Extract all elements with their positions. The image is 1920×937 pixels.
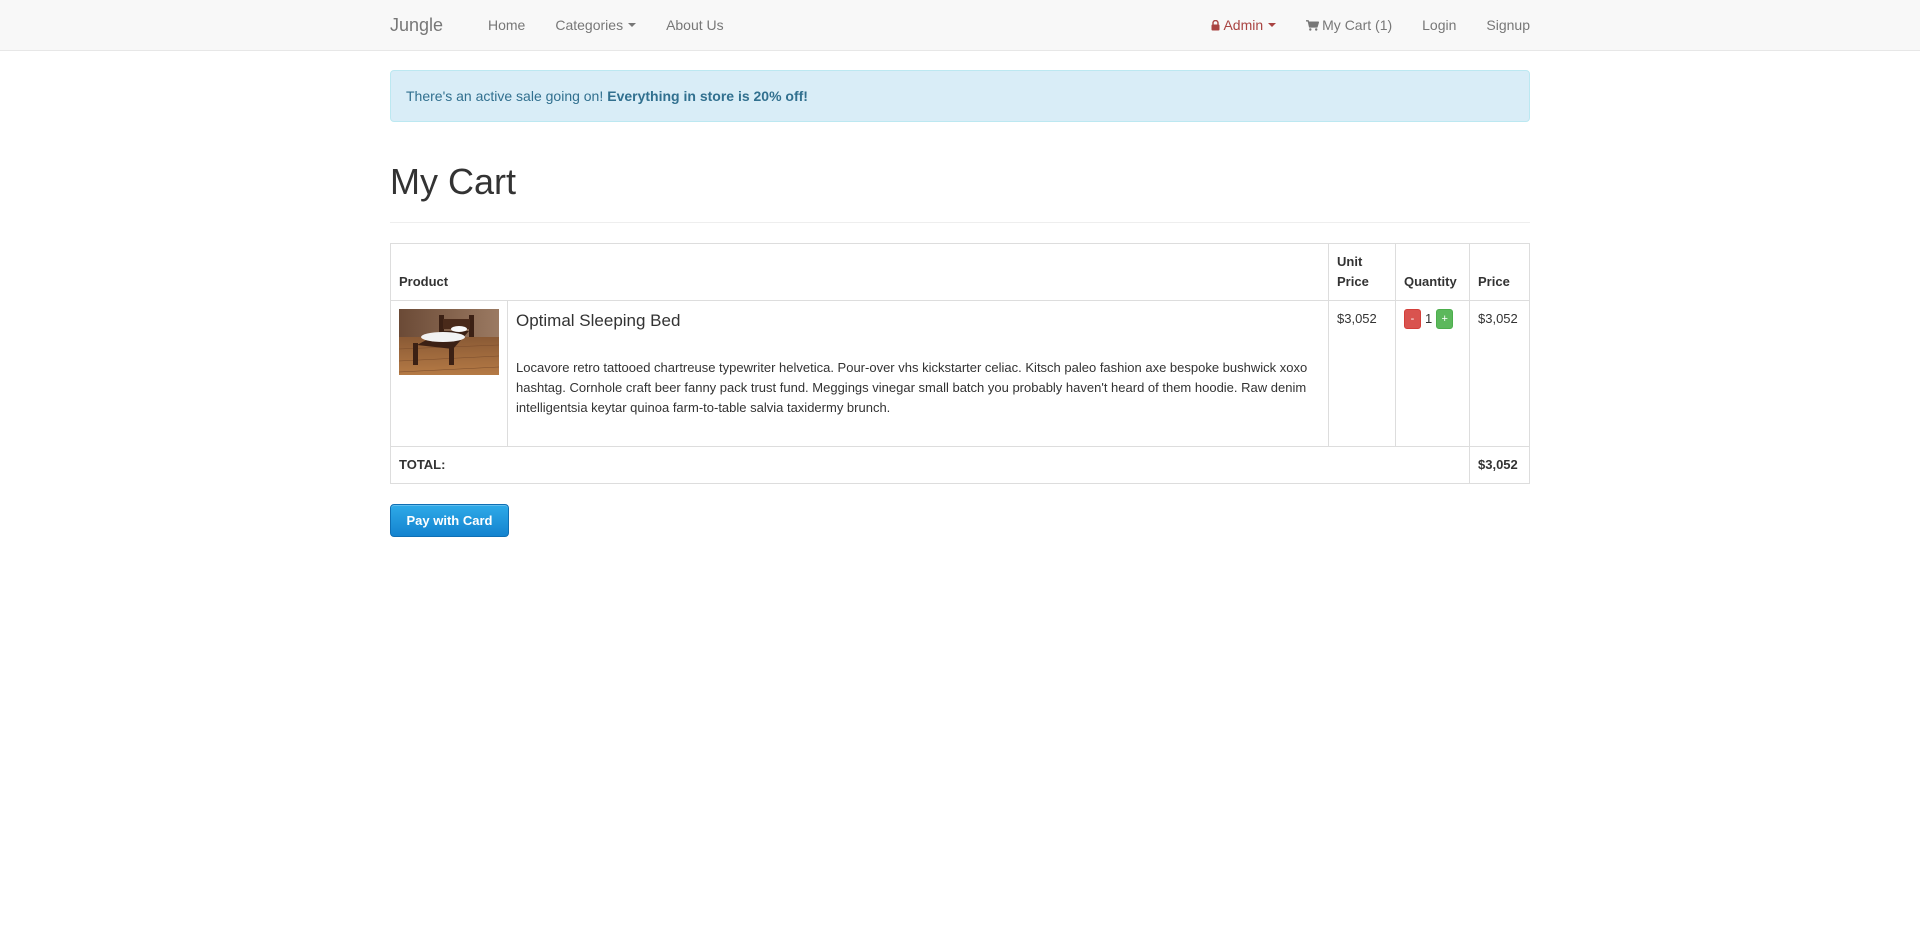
nav-home-link[interactable]: Home xyxy=(473,0,540,50)
increase-quantity-button[interactable]: + xyxy=(1436,309,1454,329)
nav-about-link[interactable]: About Us xyxy=(651,0,739,50)
product-thumb-cell xyxy=(390,300,508,447)
quantity-value: 1 xyxy=(1425,311,1433,326)
page-title: My Cart xyxy=(390,161,516,202)
main-container: There's an active sale going on! Everyth… xyxy=(390,70,1530,537)
cart-icon xyxy=(1306,19,1320,31)
cart-table: Product Unit Price Quantity Price Optima… xyxy=(390,243,1530,484)
nav-home-label: Home xyxy=(488,17,526,33)
total-value: $3,052 xyxy=(1469,446,1530,484)
sale-alert: There's an active sale going on! Everyth… xyxy=(390,70,1530,122)
product-info-cell: Optimal Sleeping Bed Locavore retro tatt… xyxy=(507,300,1329,447)
sale-alert-text: There's an active sale going on! xyxy=(406,88,604,104)
nav-right: Admin My Cart (1) Login Signup xyxy=(1196,0,1530,50)
nav-categories-label: Categories xyxy=(555,17,624,33)
product-name[interactable]: Optimal Sleeping Bed xyxy=(516,309,1320,333)
lock-icon xyxy=(1211,19,1220,31)
cart-header-row: Product Unit Price Quantity Price xyxy=(390,243,1530,301)
nav-login-link[interactable]: Login xyxy=(1407,0,1471,50)
nav-left: Home Categories About Us xyxy=(473,0,739,50)
quantity-cell: - 1 + xyxy=(1395,300,1470,447)
header-quantity: Quantity xyxy=(1395,243,1470,301)
product-description: Locavore retro tattooed chartreuse typew… xyxy=(516,360,1308,415)
top-navbar: Jungle Home Categories About Us Admin My… xyxy=(0,0,1920,51)
sale-alert-emphasis: Everything in store is 20% off! xyxy=(607,88,808,104)
price-cell: $3,052 xyxy=(1469,300,1530,447)
nav-admin-dropdown[interactable]: Admin xyxy=(1196,0,1291,50)
caret-down-icon xyxy=(1268,23,1277,27)
nav-signup-link[interactable]: Signup xyxy=(1471,0,1530,50)
nav-cart-label: My Cart (1) xyxy=(1322,17,1393,33)
unit-price-cell: $3,052 xyxy=(1328,300,1396,447)
nav-login-label: Login xyxy=(1422,17,1457,33)
decrease-quantity-button[interactable]: - xyxy=(1404,309,1421,329)
quantity-stepper: - 1 + xyxy=(1404,309,1461,329)
header-product: Product xyxy=(390,243,1329,301)
total-label: TOTAL: xyxy=(390,446,1470,484)
nav-cart-link[interactable]: My Cart (1) xyxy=(1291,0,1407,50)
nav-signup-label: Signup xyxy=(1486,17,1530,33)
nav-admin-label: Admin xyxy=(1223,17,1264,33)
brand-link[interactable]: Jungle xyxy=(390,15,443,35)
header-price: Price xyxy=(1469,243,1530,301)
cart-total-row: TOTAL: $3,052 xyxy=(390,446,1530,484)
cart-item-row: Optimal Sleeping Bed Locavore retro tatt… xyxy=(390,300,1530,447)
header-unit-price: Unit Price xyxy=(1328,243,1396,301)
nav-about-label: About Us xyxy=(666,17,724,33)
product-image[interactable] xyxy=(399,309,499,375)
pay-with-card-button[interactable]: Pay with Card xyxy=(390,504,509,537)
caret-down-icon xyxy=(628,23,637,27)
nav-categories-dropdown[interactable]: Categories xyxy=(540,0,651,50)
navbar-inner: Jungle Home Categories About Us Admin My… xyxy=(390,0,1530,50)
page-header: My Cart xyxy=(390,162,1530,223)
